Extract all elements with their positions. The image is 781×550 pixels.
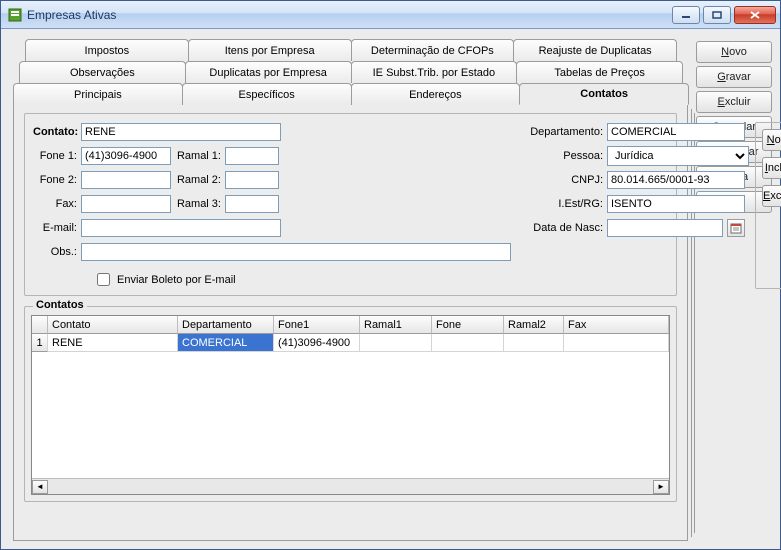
- grid-header-ramal2[interactable]: Ramal2: [504, 316, 564, 334]
- cnpj-input[interactable]: [607, 171, 745, 189]
- tab-principais[interactable]: Principais: [13, 83, 183, 105]
- grid-header-ramal1[interactable]: Ramal1: [360, 316, 432, 334]
- grid-header-departamento[interactable]: Departamento: [178, 316, 274, 334]
- app-window: Empresas Ativas Impostos Itens por Empre…: [0, 0, 781, 550]
- grid-header-fone1[interactable]: Fone1: [274, 316, 360, 334]
- contact-mini-buttons: Novo Incluir Excluir: [755, 122, 781, 289]
- tab-determinacao-cfops[interactable]: Determinação de CFOPs: [351, 39, 515, 61]
- label-enviar-boleto: Enviar Boleto por E-mail: [117, 274, 236, 286]
- tab-contatos[interactable]: Contatos: [519, 83, 689, 105]
- label-departamento: Departamento:: [525, 126, 603, 138]
- app-icon: [7, 7, 23, 23]
- label-contato: Contato:: [33, 126, 77, 138]
- cell-ramal1[interactable]: [360, 334, 432, 352]
- tab-tabelas-precos[interactable]: Tabelas de Preços: [516, 61, 683, 83]
- contact-form: Contato: Fone 1: Ramal 1:: [24, 113, 677, 296]
- tab-observacoes[interactable]: Observações: [19, 61, 186, 83]
- window-title: Empresas Ativas: [27, 8, 672, 22]
- contact-incluir-button[interactable]: Incluir: [762, 157, 781, 179]
- contato-input[interactable]: [81, 123, 281, 141]
- tab-duplicatas-empresa[interactable]: Duplicatas por Empresa: [185, 61, 352, 83]
- contacts-legend: Contatos: [33, 299, 87, 311]
- label-fone2: Fone 2:: [33, 174, 77, 186]
- scroll-left-button[interactable]: ◄: [32, 480, 48, 494]
- contact-excluir-button[interactable]: Excluir: [762, 185, 781, 207]
- side-button-panel: Novo Gravar Excluir Cancelar Pesquisar A…: [696, 39, 772, 541]
- ramal2-input[interactable]: [225, 171, 279, 189]
- label-ramal3: Ramal 3:: [175, 198, 221, 210]
- label-obs: Obs.:: [33, 246, 77, 258]
- excluir-button[interactable]: Excluir: [696, 91, 772, 113]
- row-number: 1: [32, 334, 48, 352]
- cell-fone[interactable]: [432, 334, 504, 352]
- enviar-boleto-checkbox[interactable]: [97, 273, 110, 286]
- cell-fone1[interactable]: (41)3096-4900: [274, 334, 360, 352]
- tab-especificos[interactable]: Específicos: [182, 83, 352, 105]
- label-fax: Fax:: [33, 198, 77, 210]
- titlebar: Empresas Ativas: [1, 1, 780, 29]
- gravar-button[interactable]: Gravar: [696, 66, 772, 88]
- novo-button[interactable]: Novo: [696, 41, 772, 63]
- grid-header-contato[interactable]: Contato: [48, 316, 178, 334]
- cell-departamento[interactable]: COMERCIAL: [178, 334, 274, 352]
- label-email: E-mail:: [33, 222, 77, 234]
- label-cnpj: CNPJ:: [525, 174, 603, 186]
- cell-fax[interactable]: [564, 334, 669, 352]
- close-button[interactable]: [734, 6, 776, 24]
- fone1-input[interactable]: [81, 147, 171, 165]
- grid-body: 1 RENE COMERCIAL (41)3096-4900: [32, 334, 669, 478]
- email-input[interactable]: [81, 219, 281, 237]
- tab-impostos[interactable]: Impostos: [25, 39, 189, 61]
- tab-page-contatos: Contato: Fone 1: Ramal 1:: [13, 105, 688, 541]
- contact-novo-button[interactable]: Novo: [762, 129, 781, 151]
- obs-input[interactable]: [81, 243, 511, 261]
- tab-reajuste-duplicatas[interactable]: Reajuste de Duplicatas: [513, 39, 677, 61]
- data-nasc-input[interactable]: [607, 219, 723, 237]
- grid-header: Contato Departamento Fone1 Ramal1 Fone R…: [32, 316, 669, 334]
- calendar-icon[interactable]: [727, 219, 745, 237]
- pessoa-select[interactable]: Jurídica: [607, 146, 749, 166]
- tab-enderecos[interactable]: Endereços: [351, 83, 521, 105]
- cell-contato[interactable]: RENE: [48, 334, 178, 352]
- label-pessoa: Pessoa:: [525, 150, 603, 162]
- label-ramal1: Ramal 1:: [175, 150, 221, 162]
- contacts-grid[interactable]: Contato Departamento Fone1 Ramal1 Fone R…: [31, 315, 670, 495]
- departamento-input[interactable]: [607, 123, 745, 141]
- ramal3-input[interactable]: [225, 195, 279, 213]
- label-data-nasc: Data de Nasc:: [525, 222, 603, 234]
- maximize-button[interactable]: [703, 6, 731, 24]
- fone2-input[interactable]: [81, 171, 171, 189]
- tab-ie-subst-trib[interactable]: IE Subst.Trib. por Estado: [351, 61, 518, 83]
- iest-input[interactable]: [607, 195, 745, 213]
- table-row[interactable]: 1 RENE COMERCIAL (41)3096-4900: [32, 334, 669, 352]
- fax-input[interactable]: [81, 195, 171, 213]
- label-ramal2: Ramal 2:: [175, 174, 221, 186]
- minimize-button[interactable]: [672, 6, 700, 24]
- cell-ramal2[interactable]: [504, 334, 564, 352]
- grid-header-fax[interactable]: Fax: [564, 316, 669, 334]
- grid-header-fone[interactable]: Fone: [432, 316, 504, 334]
- label-iest: I.Est/RG:: [525, 198, 603, 210]
- contacts-grid-group: Contatos Contato Departamento Fone1 Rama…: [24, 306, 677, 502]
- scroll-right-button[interactable]: ►: [653, 480, 669, 494]
- horizontal-scrollbar[interactable]: ◄ ►: [32, 478, 669, 494]
- main-area: Impostos Itens por Empresa Determinação …: [9, 39, 690, 541]
- grid-header-rownum: [32, 316, 48, 334]
- ramal1-input[interactable]: [225, 147, 279, 165]
- tab-itens-empresa[interactable]: Itens por Empresa: [188, 39, 352, 61]
- label-fone1: Fone 1:: [33, 150, 77, 162]
